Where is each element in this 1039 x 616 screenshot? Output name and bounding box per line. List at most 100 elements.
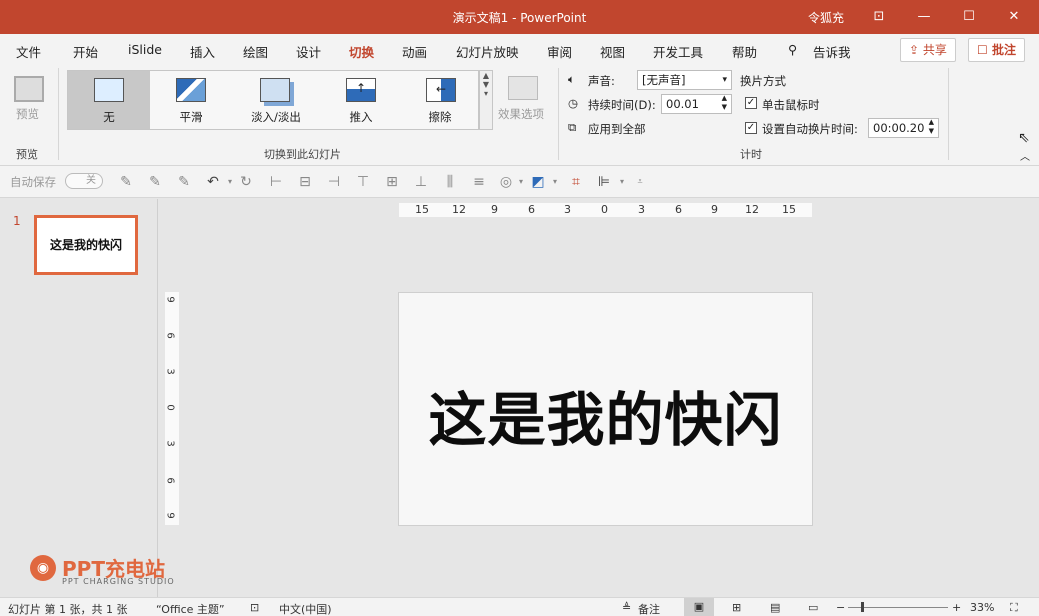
align-menu-icon[interactable]: ⊫ xyxy=(596,174,612,190)
lightbulb-search-icon[interactable]: ⚲ xyxy=(788,42,797,57)
comments-button[interactable]: ☐ 批注 xyxy=(968,38,1025,62)
tab-developer[interactable]: 开发工具 xyxy=(653,42,703,61)
preview-group-label: 预览 xyxy=(16,148,38,161)
zoom-out-icon[interactable]: − xyxy=(836,601,845,614)
ruler-tick: 3 xyxy=(638,203,645,216)
align-left-icon[interactable]: ⊢ xyxy=(268,174,284,190)
vertical-ruler: 9 6 3 0 3 6 9 xyxy=(165,292,179,525)
fit-slide-icon[interactable]: ⛶ xyxy=(1010,601,1018,615)
transition-morph[interactable]: 平滑 xyxy=(150,71,232,129)
transition-push[interactable]: ↑ 推入 xyxy=(320,71,402,129)
zoom-level[interactable]: 33% xyxy=(970,601,994,614)
slide-title-text[interactable]: 这是我的快闪 xyxy=(399,373,812,457)
on-click-checkbox[interactable]: ✓ xyxy=(745,97,757,109)
chevron-down-icon: ▾ xyxy=(722,75,727,85)
transition-morph-icon xyxy=(176,78,206,102)
tab-home[interactable]: 开始 xyxy=(73,42,98,61)
quick-access-toolbar: 自动保存 关 ✎ ✎ ✎ ↶ ▾ ↻ ⊢ ⊟ ⊣ ⊤ ⊞ ⊥ ⫼ ≡ ◎ ▾ ◩… xyxy=(0,166,1039,198)
spin-arrows-icon[interactable]: ▲ ▼ xyxy=(722,94,727,112)
comments-label: 批注 xyxy=(991,43,1016,57)
clock-icon: ◷ xyxy=(568,96,579,110)
tab-slideshow[interactable]: 幻灯片放映 xyxy=(456,42,519,61)
slide-sorter-icon[interactable]: ⊞ xyxy=(732,601,741,614)
ruler-tick: 0 xyxy=(164,404,176,411)
tab-review[interactable]: 审阅 xyxy=(547,42,572,61)
chevron-down-icon[interactable]: ▾ xyxy=(614,174,630,190)
tell-me-box[interactable]: 告诉我 xyxy=(813,42,851,61)
ruler-tick: 9 xyxy=(711,203,718,216)
after-time-stepper[interactable]: 00:00.20 ▲ ▼ xyxy=(868,118,939,138)
apply-all-button[interactable]: 应用到全部 xyxy=(588,121,646,137)
transition-none[interactable]: 无 xyxy=(68,71,150,129)
transition-fade-label: 淡入/淡出 xyxy=(251,110,301,124)
tab-file[interactable]: 文件 xyxy=(16,42,41,61)
ruler-tick: 6 xyxy=(675,203,682,216)
duration-stepper[interactable]: 00.01 ▲ ▼ xyxy=(661,94,732,114)
distribute-v-icon[interactable]: ≡ xyxy=(471,174,487,190)
customize-qat-icon[interactable]: ⩡ xyxy=(632,174,648,190)
chevron-down-icon[interactable]: ▾ xyxy=(513,174,529,190)
collapse-ribbon-icon[interactable]: ︿ xyxy=(1020,148,1030,163)
merge-shapes-icon[interactable]: ◎ xyxy=(498,174,514,190)
tab-islide[interactable]: iSlide xyxy=(128,42,162,57)
maximize-icon[interactable]: ☐ xyxy=(958,6,980,28)
tab-view[interactable]: 视图 xyxy=(600,42,625,61)
align-middle-icon[interactable]: ⊞ xyxy=(384,174,400,190)
sound-value: [无声音] xyxy=(642,73,686,87)
chevron-down-icon[interactable]: ▾ xyxy=(222,174,238,190)
share-button[interactable]: ⇪ 共享 xyxy=(900,38,956,62)
close-icon[interactable]: ✕ xyxy=(1003,6,1025,28)
tab-insert[interactable]: 插入 xyxy=(190,42,215,61)
transition-wipe-label: 擦除 xyxy=(428,110,452,124)
align-center-icon[interactable]: ⊟ xyxy=(297,174,313,190)
language[interactable]: 中文(中国) xyxy=(279,601,332,616)
undo-icon[interactable]: ↶ xyxy=(205,174,221,190)
align-top-icon[interactable]: ⊤ xyxy=(355,174,371,190)
spellcheck-icon[interactable]: ⊡ xyxy=(250,601,259,614)
normal-view-icon[interactable]: ▣ xyxy=(684,598,714,616)
preview-icon[interactable] xyxy=(14,76,44,102)
tab-help[interactable]: 帮助 xyxy=(732,42,757,61)
slide-canvas[interactable]: 这是我的快闪 xyxy=(398,292,813,526)
chevron-down-icon[interactable]: ▾ xyxy=(547,174,563,190)
slide-thumbnail[interactable]: 这是我的快闪 xyxy=(34,215,138,275)
minimize-icon[interactable]: — xyxy=(913,6,935,28)
powerpoint-window: 演示文稿1 - PowerPoint 令狐充 ⊡ — ☐ ✕ 文件 开始 iSl… xyxy=(0,0,1039,616)
distribute-h-icon[interactable]: ⫼ xyxy=(442,174,458,190)
tab-transitions[interactable]: 切换 xyxy=(346,42,377,67)
notes-icon: ≜ xyxy=(622,601,632,614)
slide-number: 1 xyxy=(13,214,21,228)
transition-fade[interactable]: 淡入/淡出 xyxy=(232,71,320,129)
tab-animations[interactable]: 动画 xyxy=(402,42,427,61)
autosave-toggle[interactable]: 关 xyxy=(65,173,103,189)
user-name[interactable]: 令狐充 xyxy=(808,9,844,26)
notes-button[interactable]: 备注 xyxy=(638,601,660,616)
align-right-icon[interactable]: ⊣ xyxy=(326,174,342,190)
transition-wipe[interactable]: ← 擦除 xyxy=(402,71,478,129)
after-checkbox[interactable]: ✓ xyxy=(745,122,757,134)
eyedropper-icon[interactable]: ✎ xyxy=(118,174,134,190)
up-arrow-icon: ↑ xyxy=(346,78,376,102)
effect-options-icon[interactable] xyxy=(508,76,538,100)
align-bottom-icon[interactable]: ⊥ xyxy=(413,174,429,190)
redo-icon[interactable]: ↻ xyxy=(238,174,254,190)
timing-group-label: 计时 xyxy=(740,148,762,161)
ruler-tick: 6 xyxy=(164,332,176,339)
reading-view-icon[interactable]: ▤ xyxy=(770,601,780,614)
zoom-slider-thumb[interactable] xyxy=(861,602,864,612)
sound-dropdown[interactable]: [无声音] ▾ xyxy=(637,70,732,90)
eyedropper-icon[interactable]: ✎ xyxy=(147,174,163,190)
preview-button-label[interactable]: 预览 xyxy=(16,106,39,122)
eyedropper-icon[interactable]: ✎ xyxy=(176,174,192,190)
ruler-tick: 3 xyxy=(164,440,176,447)
gallery-scroll[interactable]: ▲ ▼ ▾ xyxy=(479,70,493,130)
shape-fill-icon[interactable]: ◩ xyxy=(530,174,546,190)
ribbon-display-icon[interactable]: ⊡ xyxy=(868,6,890,28)
effect-options-button[interactable]: 效果选项 xyxy=(498,106,544,122)
spin-arrows-icon[interactable]: ▲ ▼ xyxy=(929,118,934,136)
slideshow-icon[interactable]: ▭ xyxy=(808,601,818,614)
tab-draw[interactable]: 绘图 xyxy=(243,42,268,61)
tab-design[interactable]: 设计 xyxy=(296,42,321,61)
crop-icon[interactable]: ⌗ xyxy=(568,174,584,190)
zoom-in-icon[interactable]: + xyxy=(952,601,961,614)
